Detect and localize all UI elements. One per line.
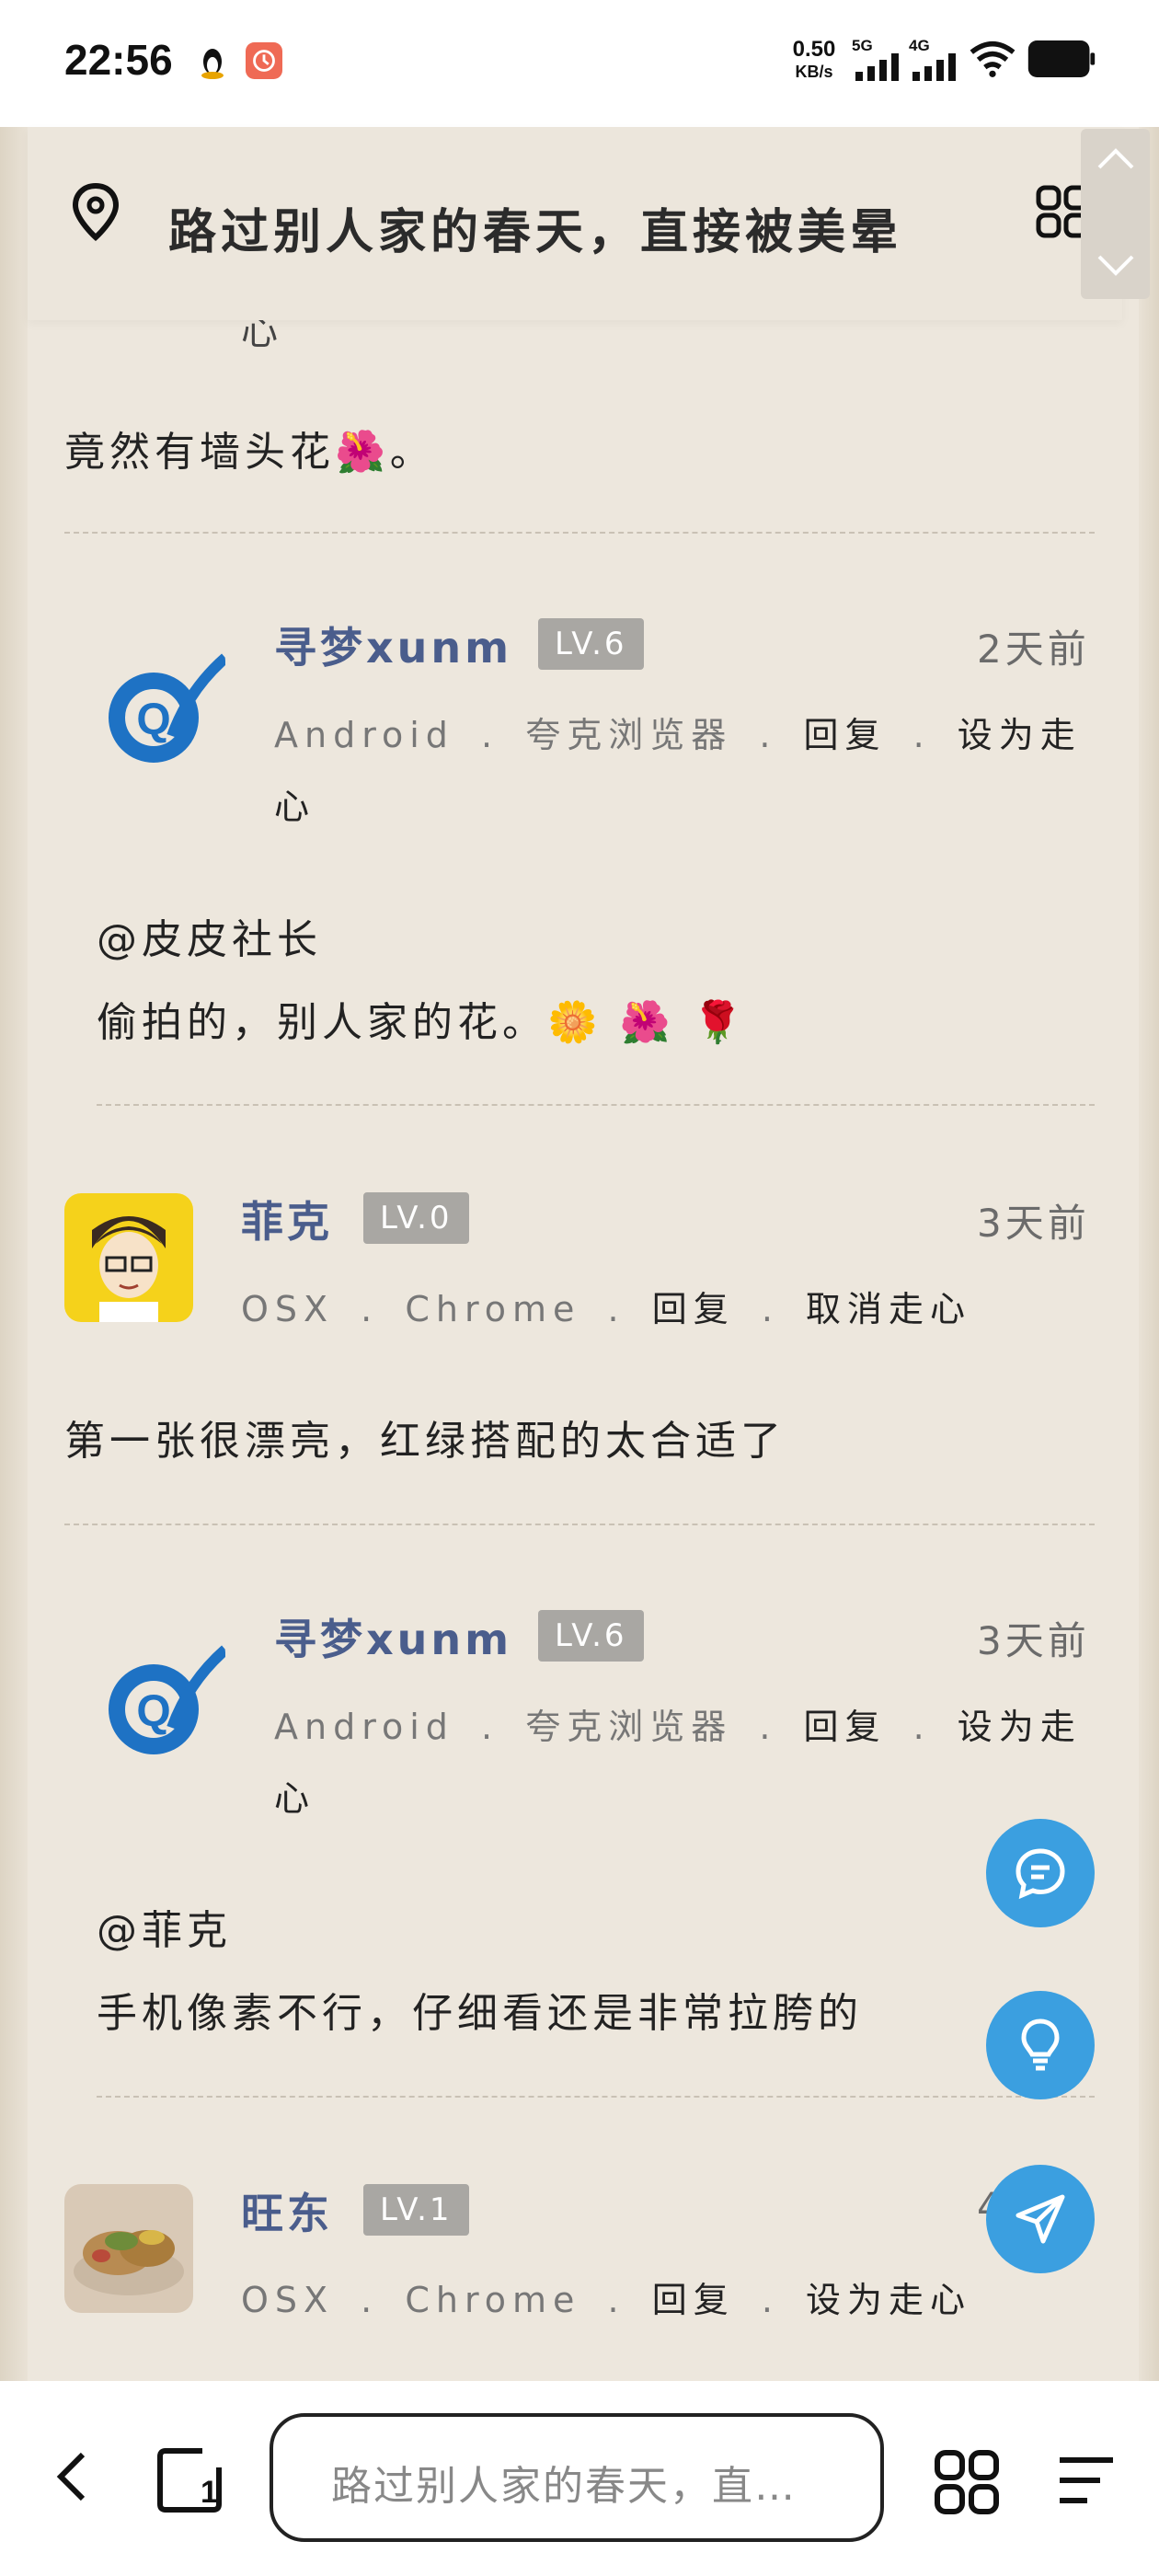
meta-browser: Chrome (405, 1289, 581, 1329)
comment-icon (1016, 1848, 1065, 1900)
meta-separator: . (761, 1289, 779, 1329)
status-time: 22:56 (64, 36, 173, 84)
comment-divider (97, 2096, 1095, 2098)
page-title: 路过别人家的春天，直接被美晕 (168, 205, 903, 260)
comment-divider (64, 1524, 1095, 1525)
meta-separator: . (607, 2280, 625, 2320)
user-avatar[interactable]: Q (97, 644, 225, 773)
signal-5g-label: 5G (852, 37, 873, 54)
menu-icon[interactable] (1056, 2453, 1117, 2508)
signal-4g-label: 4G (909, 37, 930, 54)
meta-separator: . (759, 715, 777, 755)
meta-separator: . (912, 1707, 931, 1747)
meta-separator: . (481, 1707, 499, 1747)
signal-4g-bars-icon (912, 53, 956, 81)
meta-os: OSX (241, 1289, 335, 1329)
lightbulb-icon (1021, 2018, 1060, 2071)
comment-meta: OSX . Chrome . 回复 . 设为走心 (241, 2264, 1087, 2336)
comment-meta: Android . 夸克浏览器 . 回复 . 设为走心 (274, 699, 1084, 843)
level-badge: LV.6 (538, 1610, 644, 1662)
comment-divider (97, 1104, 1095, 1106)
comment-fab[interactable] (986, 1819, 1095, 1927)
reply-link[interactable]: 回复 (804, 1707, 887, 1747)
mention[interactable]: @菲克 (97, 1897, 232, 1956)
signal-5g-bars-icon (855, 53, 899, 81)
meta-os: Android (274, 715, 454, 755)
wifi-icon (970, 40, 1016, 77)
username[interactable]: 寻梦xunm (274, 615, 512, 675)
apps-grid-icon[interactable] (934, 2449, 1000, 2515)
meta-separator: . (912, 715, 931, 755)
mention[interactable]: @皮皮社长 (97, 906, 322, 965)
mark-featured-link[interactable]: 设为走心 (806, 2280, 971, 2320)
left-page-edge (0, 127, 28, 2381)
meta-separator: . (361, 1289, 379, 1329)
username[interactable]: 菲克 (241, 1189, 333, 1249)
scroll-down-icon[interactable] (1097, 253, 1134, 277)
qq-penguin-icon (201, 49, 224, 79)
comment-text: 手机像素不行，仔细看还是非常拉胯的 (97, 1990, 863, 2037)
comment-time: 2天前 (977, 627, 1090, 672)
comment-meta: OSX . Chrome . 回复 . 取消走心 (241, 1273, 1087, 1345)
back-icon[interactable] (53, 2449, 90, 2504)
level-badge: LV.1 (363, 2184, 469, 2236)
share-fab[interactable] (986, 2165, 1095, 2273)
scroll-control[interactable] (1081, 129, 1150, 299)
user-avatar[interactable] (64, 1193, 193, 1322)
battery-icon (1027, 40, 1096, 77)
meta-os: Android (274, 1707, 454, 1747)
right-page-edge (1139, 127, 1159, 2381)
net-speed: 0.50 KB/s (784, 39, 844, 83)
svg-text:1: 1 (201, 2475, 218, 2510)
user-avatar[interactable]: Q (97, 1636, 225, 1765)
signal-5g: 5G (852, 37, 902, 83)
username[interactable]: 寻梦xunm (274, 1606, 512, 1667)
svg-text:Q: Q (136, 696, 170, 744)
meta-browser: 夸克浏览器 (525, 715, 733, 755)
comment-text: 偷拍的，别人家的花。🌼 🌺 🌹 (97, 999, 748, 1046)
meta-separator: . (759, 1707, 777, 1747)
app-notification-icon (246, 42, 282, 79)
scroll-up-icon[interactable] (1097, 147, 1134, 171)
meta-os: OSX (241, 2280, 335, 2320)
net-speed-unit: KB/s (795, 63, 833, 81)
unmark-featured-link[interactable]: 取消走心 (806, 1289, 971, 1329)
location-pin-icon[interactable] (68, 182, 123, 243)
username[interactable]: 旺东 (241, 2180, 333, 2241)
user-avatar[interactable] (64, 2184, 193, 2313)
signal-4g: 4G (909, 37, 959, 83)
reply-link[interactable]: 回复 (804, 715, 887, 755)
comment-text: 第一张很漂亮，红绿搭配的太合适了 (64, 1418, 786, 1465)
status-bar: 22:56 0.50 KB/s 5G 4G (0, 0, 1159, 127)
send-plane-icon (1016, 2194, 1065, 2244)
level-badge: LV.0 (363, 1192, 469, 1244)
meta-browser: 夸克浏览器 (525, 1707, 733, 1747)
net-speed-value: 0.50 (792, 37, 836, 62)
svg-text:Q: Q (136, 1687, 170, 1736)
meta-browser: Chrome (405, 2280, 581, 2320)
meta-separator: . (481, 715, 499, 755)
reply-link[interactable]: 回复 (652, 2280, 735, 2320)
comment-time: 3天前 (977, 1201, 1090, 1246)
meta-separator: . (361, 2280, 379, 2320)
level-badge: LV.6 (538, 618, 644, 670)
address-bar-text[interactable]: 路过别人家的春天，直… (331, 2453, 797, 2512)
comment-time: 3天前 (977, 1618, 1090, 1663)
meta-separator: . (761, 2280, 779, 2320)
comment-meta: Android . 夸克浏览器 . 回复 . 设为走心 (274, 1691, 1084, 1834)
reply-link[interactable]: 回复 (652, 1289, 735, 1329)
meta-separator: . (607, 1289, 625, 1329)
comment-text: 竟然有墙头花🌺。 (64, 429, 435, 476)
comment-divider (64, 532, 1095, 534)
tips-fab[interactable] (986, 1991, 1095, 2099)
tabs-icon[interactable]: 1 (156, 2447, 223, 2513)
